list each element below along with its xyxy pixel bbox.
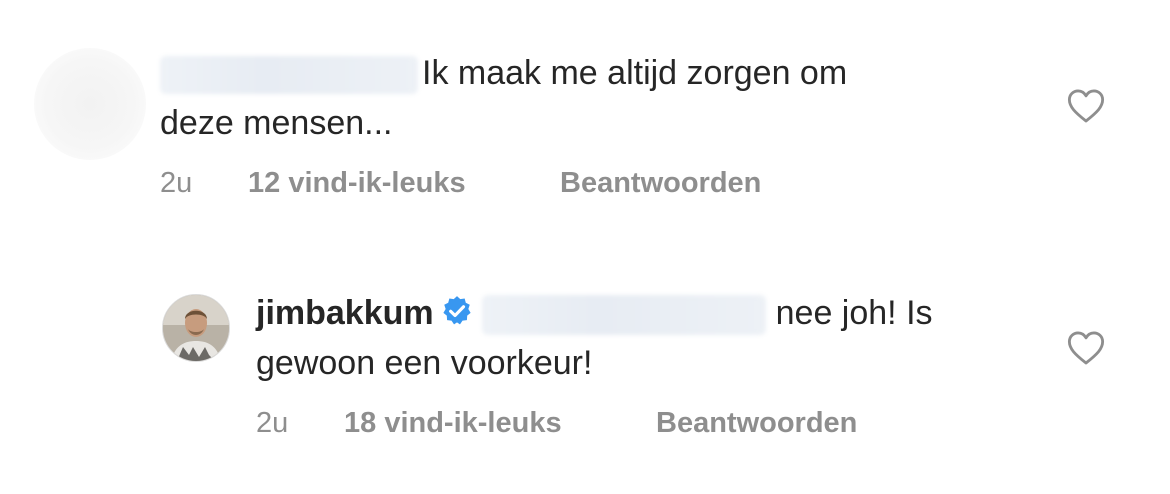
comment-body: Ik maak me altijd zorgen om deze mensen.… bbox=[160, 48, 1040, 148]
avatar-blurred[interactable] bbox=[34, 48, 146, 160]
comment-meta: 2u 18 vind-ik-leuks Beantwoorden bbox=[256, 407, 956, 443]
comment-meta: 2u 12 vind-ik-leuks Beantwoorden bbox=[160, 167, 860, 203]
likes-count[interactable]: 18 vind-ik-leuks bbox=[344, 407, 562, 440]
comment-body: jimbakkum nee joh! Is gewoon een voorkeur… bbox=[256, 288, 1056, 388]
avatar[interactable] bbox=[162, 294, 230, 362]
comment-text-line1: nee joh! Is bbox=[775, 294, 933, 332]
avatar-photo-icon bbox=[163, 295, 229, 361]
heart-icon[interactable] bbox=[1067, 330, 1105, 366]
comment-text-line1: Ik maak me altijd zorgen om bbox=[422, 54, 848, 92]
comment-text-line2: gewoon een voorkeur! bbox=[256, 344, 593, 382]
comment-time: 2u bbox=[160, 167, 193, 199]
comment-text-line2: deze mensen... bbox=[160, 104, 393, 142]
mention-redacted[interactable] bbox=[481, 295, 766, 336]
verified-badge-icon bbox=[443, 296, 471, 325]
comment-time: 2u bbox=[256, 407, 289, 439]
likes-count[interactable]: 12 vind-ik-leuks bbox=[248, 167, 466, 200]
heart-icon[interactable] bbox=[1067, 88, 1105, 124]
reply-button[interactable]: Beantwoorden bbox=[560, 167, 761, 200]
username-redacted[interactable] bbox=[160, 56, 418, 95]
username[interactable]: jimbakkum bbox=[256, 294, 434, 332]
reply-button[interactable]: Beantwoorden bbox=[656, 407, 857, 440]
